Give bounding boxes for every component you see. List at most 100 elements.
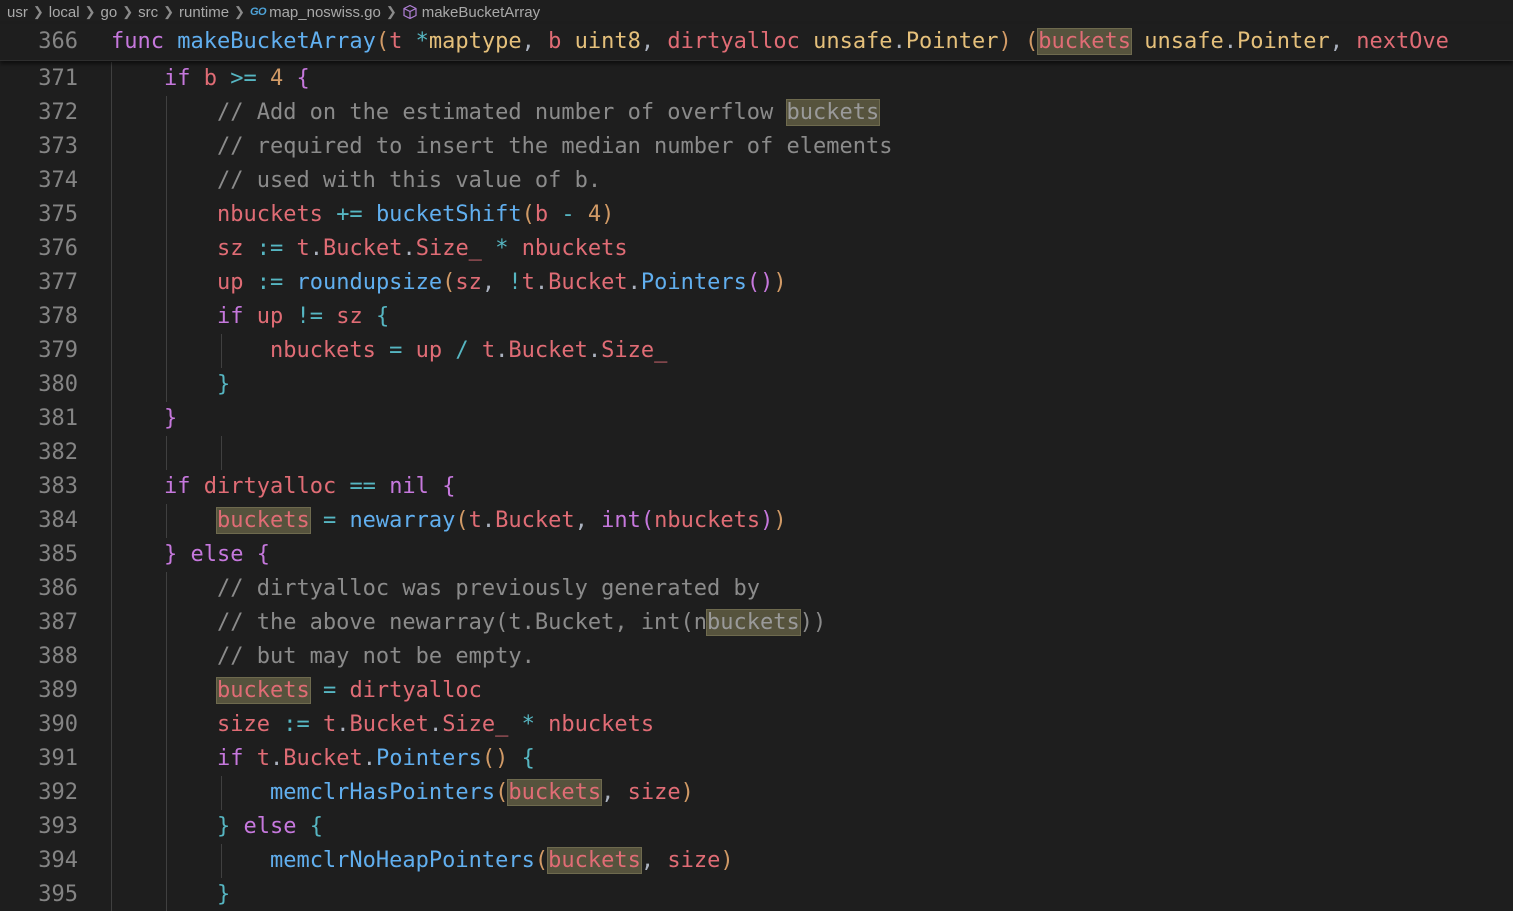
indent-guide [221, 776, 222, 810]
code-row[interactable]: 374 // used with this value of b. [0, 164, 1513, 198]
code-row[interactable]: 381 } [0, 402, 1513, 436]
code-line[interactable]: up := roundupsize(sz, !t.Bucket.Pointers… [111, 266, 787, 300]
code-row[interactable]: 380 } [0, 368, 1513, 402]
line-number: 394 [38, 848, 78, 873]
line-number: 388 [38, 644, 78, 669]
line-number: 395 [38, 882, 78, 907]
code-row[interactable]: 388 // but may not be empty. [0, 640, 1513, 674]
code-row[interactable]: 376 sz := t.Bucket.Size_ * nbuckets [0, 232, 1513, 266]
code-row[interactable]: 373 // required to insert the median num… [0, 130, 1513, 164]
line-number: 386 [38, 576, 78, 601]
line-number: 366 [38, 29, 78, 54]
code-row[interactable]: 385 } else { [0, 538, 1513, 572]
code-line[interactable]: if b >= 4 { [111, 62, 310, 96]
line-number: 383 [38, 474, 78, 499]
line-number: 376 [38, 236, 78, 261]
code-line[interactable]: if dirtyalloc == nil { [111, 470, 455, 504]
code-line[interactable]: sz := t.Bucket.Size_ * nbuckets [111, 232, 628, 266]
code-row[interactable]: 379 nbuckets = up / t.Bucket.Size_ [0, 334, 1513, 368]
code-line[interactable]: // dirtyalloc was previously generated b… [111, 572, 760, 606]
code-line[interactable]: // Add on the estimated number of overfl… [111, 96, 881, 130]
line-number: 380 [38, 372, 78, 397]
code-line[interactable]: // used with this value of b. [111, 164, 601, 198]
indent-guide [111, 62, 112, 911]
indent-guide [166, 436, 167, 470]
line-number: 381 [38, 406, 78, 431]
code-row[interactable]: 377 up := roundupsize(sz, !t.Bucket.Poin… [0, 266, 1513, 300]
indent-guide [221, 334, 222, 368]
line-number: 372 [38, 100, 78, 125]
breadcrumb-item-file[interactable]: map_noswiss.go [269, 4, 381, 21]
line-number: 373 [38, 134, 78, 159]
cube-icon [403, 4, 417, 20]
code-row[interactable]: 389 buckets = dirtyalloc [0, 674, 1513, 708]
code-line[interactable]: } else { [111, 810, 323, 844]
breadcrumb-item-runtime[interactable]: runtime [179, 4, 229, 21]
code-line[interactable]: // the above newarray(t.Bucket, int(nbuc… [111, 606, 826, 640]
breadcrumb-item-src[interactable]: src [138, 4, 158, 21]
code-row[interactable]: 382 [0, 436, 1513, 470]
chevron-right-icon: ❯ [234, 4, 245, 19]
code-line[interactable]: func makeBucketArray(t *maptype, b uint8… [111, 24, 1449, 60]
chevron-right-icon: ❯ [32, 4, 44, 19]
code-line[interactable]: } [111, 368, 230, 402]
code-row[interactable]: 390 size := t.Bucket.Size_ * nbuckets [0, 708, 1513, 742]
code-line[interactable]: buckets = newarray(t.Bucket, int(nbucket… [111, 504, 787, 538]
line-number: 379 [38, 338, 78, 363]
code-row[interactable]: 371 if b >= 4 { [0, 62, 1513, 96]
breadcrumb-item-go[interactable]: go [101, 4, 118, 21]
line-number: 387 [38, 610, 78, 635]
code-line[interactable]: } else { [111, 538, 270, 572]
code-line[interactable]: memclrNoHeapPointers(buckets, size) [111, 844, 734, 878]
code-line[interactable]: // but may not be empty. [111, 640, 535, 674]
breadcrumb-item-symbol[interactable]: makeBucketArray [422, 4, 540, 21]
code-row[interactable]: 386 // dirtyalloc was previously generat… [0, 572, 1513, 606]
line-number: 378 [38, 304, 78, 329]
code-row[interactable]: 395 } [0, 878, 1513, 911]
code-editor[interactable]: 366 func makeBucketArray(t *maptype, b ui… [0, 24, 1513, 911]
code-row[interactable]: 392 memclrHasPointers(buckets, size) [0, 776, 1513, 810]
code-line[interactable]: } [111, 402, 177, 436]
line-number: 375 [38, 202, 78, 227]
line-number: 393 [38, 814, 78, 839]
line-number: 371 [38, 66, 78, 91]
line-number: 377 [38, 270, 78, 295]
code-line[interactable]: memclrHasPointers(buckets, size) [111, 776, 694, 810]
code-line[interactable]: // required to insert the median number … [111, 130, 893, 164]
line-number: 391 [38, 746, 78, 771]
code-line[interactable]: } [111, 878, 230, 911]
code-row[interactable]: 393 } else { [0, 810, 1513, 844]
line-number: 382 [38, 440, 78, 465]
code-row[interactable]: 372 // Add on the estimated number of ov… [0, 96, 1513, 130]
chevron-right-icon: ❯ [84, 4, 96, 19]
code-row[interactable]: 387 // the above newarray(t.Bucket, int(… [0, 606, 1513, 640]
code-line[interactable]: nbuckets = up / t.Bucket.Size_ [111, 334, 667, 368]
code-row[interactable]: 384 buckets = newarray(t.Bucket, int(nbu… [0, 504, 1513, 538]
code-row[interactable]: 375 nbuckets += bucketShift(b - 4) [0, 198, 1513, 232]
line-number: 389 [38, 678, 78, 703]
code-row[interactable]: 378 if up != sz { [0, 300, 1513, 334]
line-number: 385 [38, 542, 78, 567]
code-row[interactable]: 391 if t.Bucket.Pointers() { [0, 742, 1513, 776]
line-number: 384 [38, 508, 78, 533]
chevron-right-icon: ❯ [385, 4, 397, 19]
code-row[interactable]: 383 if dirtyalloc == nil { [0, 470, 1513, 504]
indent-guide [221, 436, 222, 470]
indent-guide [166, 504, 167, 538]
code-row[interactable]: 394 memclrNoHeapPointers(buckets, size) [0, 844, 1513, 878]
indent-guide [221, 844, 222, 878]
indent-guide [166, 96, 167, 402]
sticky-scroll-header[interactable]: 366 func makeBucketArray(t *maptype, b ui… [0, 24, 1513, 61]
breadcrumb-item-local[interactable]: local [49, 4, 80, 21]
breadcrumb-item-usr[interactable]: usr [7, 4, 28, 21]
code-line[interactable]: nbuckets += bucketShift(b - 4) [111, 198, 614, 232]
line-number: 390 [38, 712, 78, 737]
code-line[interactable]: if up != sz { [111, 300, 389, 334]
indent-guide [166, 572, 167, 911]
go-file-icon: GO [249, 6, 267, 18]
chevron-right-icon: ❯ [163, 4, 175, 19]
code-line[interactable]: size := t.Bucket.Size_ * nbuckets [111, 708, 654, 742]
code-line[interactable]: if t.Bucket.Pointers() { [111, 742, 535, 776]
chevron-right-icon: ❯ [122, 4, 134, 19]
breadcrumb: usr ❯ local ❯ go ❯ src ❯ runtime ❯ GO ma… [0, 0, 1513, 24]
